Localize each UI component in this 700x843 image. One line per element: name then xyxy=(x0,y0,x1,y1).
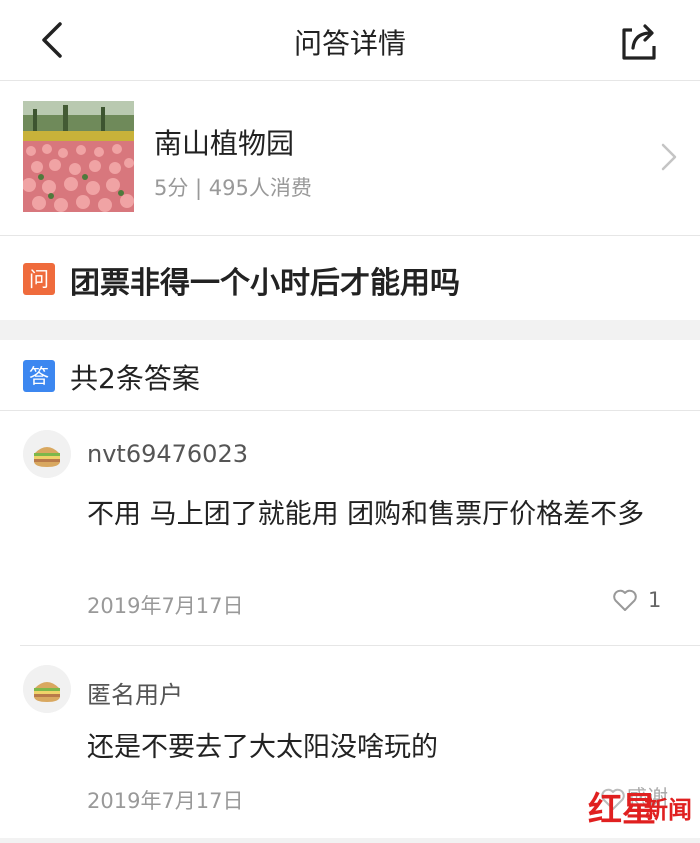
avatar[interactable] xyxy=(23,430,71,478)
answer-date: 2019年7月17日 xyxy=(87,789,244,813)
answer-date: 2019年7月17日 xyxy=(87,594,244,618)
poi-rating-meta: 5分 | 495人消费 xyxy=(154,176,312,200)
answer-body: 不用 马上团了就能用 团购和售票厅价格差不多 xyxy=(87,499,645,530)
answer-badge: 答 xyxy=(23,360,55,392)
question-badge: 问 xyxy=(23,263,55,295)
divider xyxy=(20,645,700,646)
chevron-right-icon xyxy=(661,143,677,171)
answer-author[interactable]: nvt69476023 xyxy=(87,440,248,468)
poi-name: 南山植物园 xyxy=(154,127,295,160)
question-text: 团票非得一个小时后才能用吗 xyxy=(70,266,460,301)
avatar[interactable] xyxy=(23,665,71,713)
poi-thumbnail xyxy=(23,101,134,212)
watermark-text-2: 新闻 xyxy=(644,795,692,824)
heart-icon xyxy=(613,589,637,611)
section-gap xyxy=(0,320,700,340)
watermark-logo: 红星 新闻 xyxy=(588,782,696,830)
answer-count: 共2条答案 xyxy=(70,362,200,395)
like-button[interactable]: 1 xyxy=(612,588,661,612)
page-title: 问答详情 xyxy=(293,27,406,60)
share-icon[interactable] xyxy=(618,20,660,62)
bottom-gap xyxy=(0,838,700,843)
like-count: 1 xyxy=(648,588,662,612)
top-nav-bar: 问答详情 xyxy=(0,0,700,81)
answer-body: 还是不要去了大太阳没啥玩的 xyxy=(87,732,438,763)
answer-author[interactable]: 匿名用户 xyxy=(87,675,183,710)
poi-card[interactable]: 南山植物园 5分 | 495人消费 xyxy=(0,80,700,236)
